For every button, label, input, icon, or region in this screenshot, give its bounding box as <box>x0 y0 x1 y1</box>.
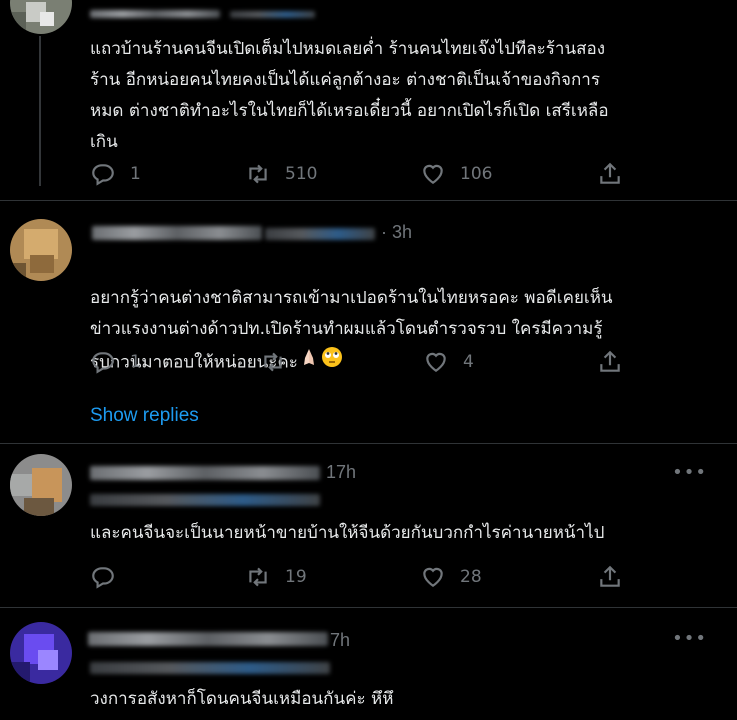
retweet-icon <box>249 164 267 184</box>
tweet-1[interactable]: แถวบ้านร้านคนจีนเปิดเต็มไปหมดเลยค่ำ ร้าน… <box>0 0 737 200</box>
like-button[interactable]: 106 <box>420 159 492 189</box>
show-replies-link[interactable]: Show replies <box>90 405 199 427</box>
tweet-actions: 1 4 <box>90 347 650 377</box>
avatar[interactable] <box>10 622 72 684</box>
handle-blurred <box>90 662 330 674</box>
more-options-button[interactable]: ••• <box>672 462 707 483</box>
display-name-blurred[interactable] <box>90 466 320 480</box>
tweet-actions: 19 28 <box>90 562 650 592</box>
like-count: 28 <box>460 567 482 587</box>
share-icon <box>600 350 620 372</box>
tweet-text: แถวบ้านร้านคนจีนเปิดเต็มไปหมดเลยค่ำ ร้าน… <box>90 39 609 152</box>
handle-blurred <box>265 228 375 240</box>
retweet-button[interactable]: 19 <box>245 562 307 592</box>
retweet-icon <box>264 352 282 372</box>
timestamp[interactable]: 17h <box>326 462 356 483</box>
reply-icon <box>92 567 114 589</box>
reply-icon <box>92 164 114 186</box>
reply-count: 1 <box>130 352 141 372</box>
tweet-text: และคนจีนจะเป็นนายหน้าขายบ้านให้จีนด้วยกั… <box>90 523 605 543</box>
display-name-blurred[interactable] <box>90 10 220 18</box>
like-icon <box>423 567 443 587</box>
retweet-icon <box>249 567 267 587</box>
tweet-actions: 1 510 106 <box>90 159 650 189</box>
reply-button[interactable] <box>90 562 116 592</box>
like-icon <box>423 164 443 184</box>
tweet-4[interactable]: 7h ••• วงการอสังหาก็โดนคนจีนเหมือนกันค่ะ… <box>0 608 737 720</box>
share-button[interactable] <box>597 562 623 592</box>
share-icon <box>600 162 620 184</box>
avatar[interactable] <box>10 219 72 281</box>
display-name-blurred[interactable] <box>92 226 262 240</box>
handle-blurred <box>90 494 320 506</box>
retweet-count: 19 <box>285 567 307 587</box>
timestamp[interactable]: 7h <box>330 630 350 651</box>
more-icon: ••• <box>672 628 707 649</box>
reply-count: 1 <box>130 164 141 184</box>
like-icon <box>426 352 446 372</box>
reply-button[interactable]: 1 <box>90 347 141 377</box>
more-icon: ••• <box>672 462 707 483</box>
reply-icon <box>92 352 114 374</box>
like-button[interactable]: 4 <box>423 347 474 377</box>
share-button[interactable] <box>597 347 623 377</box>
tweet-2[interactable]: · 3h อยากรู้ว่าคนต่างชาติสามารถเข้ามาเปอ… <box>0 201 737 451</box>
timestamp[interactable]: · 3h <box>381 222 412 243</box>
reply-button[interactable]: 1 <box>90 159 141 189</box>
share-icon <box>600 565 620 587</box>
handle-blurred <box>230 11 315 18</box>
like-button[interactable]: 28 <box>420 562 482 592</box>
share-button[interactable] <box>597 159 623 189</box>
display-name-blurred[interactable] <box>88 632 328 646</box>
like-count: 4 <box>463 352 474 372</box>
retweet-button[interactable] <box>260 347 286 377</box>
tweet-text: วงการอสังหาก็โดนคนจีนเหมือนกันค่ะ หึหึ <box>90 689 394 709</box>
avatar[interactable] <box>10 454 72 516</box>
tweet-3[interactable]: 17h ••• และคนจีนจะเป็นนายหน้าขายบ้านให้จ… <box>0 444 737 608</box>
retweet-button[interactable]: 510 <box>245 159 317 189</box>
like-count: 106 <box>460 164 493 184</box>
retweet-count: 510 <box>285 164 318 184</box>
more-options-button[interactable]: ••• <box>672 628 707 649</box>
avatar[interactable] <box>10 0 72 34</box>
